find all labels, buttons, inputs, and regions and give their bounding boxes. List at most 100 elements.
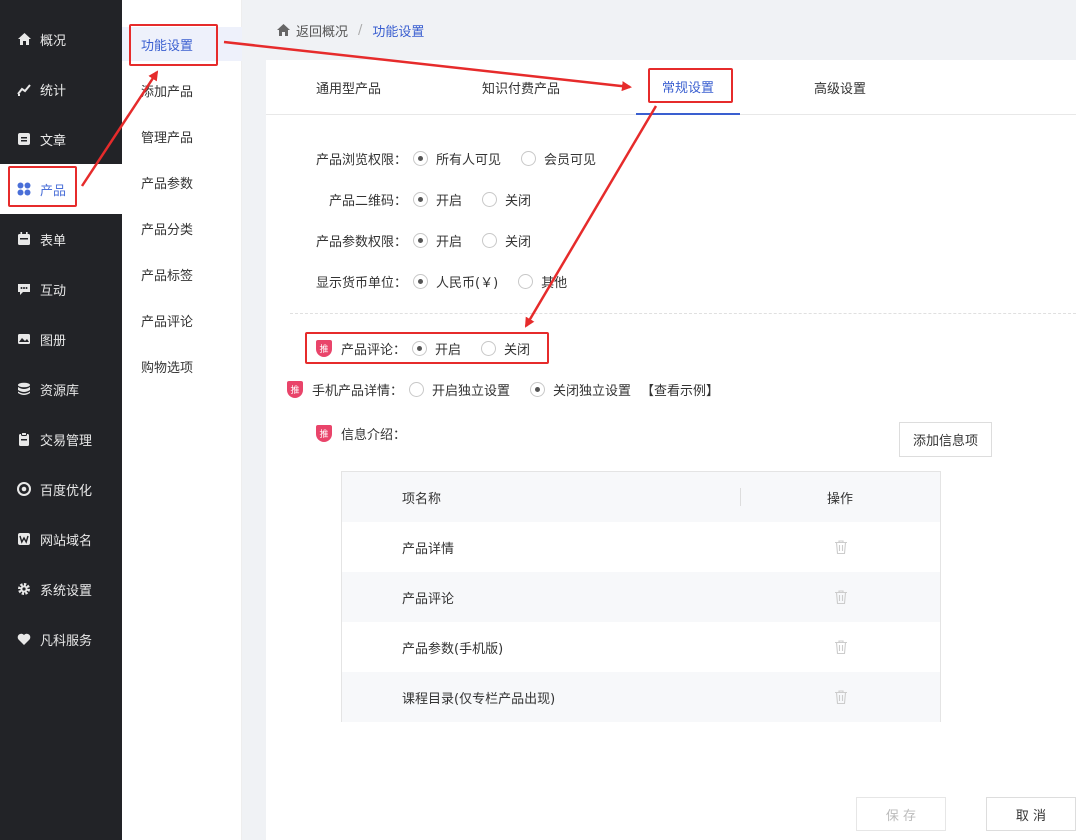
radio-unchecked[interactable]: [481, 340, 497, 356]
radio-option[interactable]: 关闭: [482, 231, 531, 250]
trash-icon[interactable]: [833, 639, 849, 655]
sidebar-item-resources[interactable]: 资源库: [0, 364, 122, 414]
column-header-actions: 操作: [827, 491, 854, 507]
sidebar-item-seo[interactable]: 百度优化: [0, 464, 122, 514]
radio-checked[interactable]: [413, 232, 429, 248]
sidebar-item-domain[interactable]: 网站域名: [0, 514, 122, 564]
sidebar-item-label: 产品: [40, 183, 67, 199]
subnav-feature-settings[interactable]: 功能设置: [122, 27, 242, 61]
radio-option[interactable]: 关闭: [482, 190, 531, 209]
sidebar-item-label: 图册: [40, 333, 67, 349]
heart-icon: [16, 631, 32, 647]
sidebar-item-articles[interactable]: 文章: [0, 114, 122, 164]
radio-option[interactable]: 关闭: [481, 339, 530, 358]
product-subnav: 功能设置 添加产品 管理产品 产品参数 产品分类 产品标签 产品评论 购物选项: [122, 0, 242, 840]
radio-option[interactable]: 人民币(￥): [413, 272, 498, 291]
row-name: 产品评论: [402, 591, 455, 607]
subnav-manage-product[interactable]: 管理产品: [122, 119, 242, 153]
radio-option[interactable]: 开启: [413, 190, 462, 209]
tab-knowledge-product[interactable]: 知识付费产品: [456, 60, 586, 115]
radio-label: 关闭独立设置: [553, 383, 632, 399]
sidebar-item-stats[interactable]: 统计: [0, 64, 122, 114]
view-example-link[interactable]: 【查看示例】: [641, 380, 719, 399]
sidebar-item-label: 文章: [40, 133, 67, 149]
tab-general-product[interactable]: 通用型产品: [296, 60, 401, 115]
radio-label: 关闭: [504, 342, 531, 358]
radio-unchecked[interactable]: [482, 232, 498, 248]
radio-checked[interactable]: [413, 273, 429, 289]
radio-unchecked[interactable]: [409, 381, 425, 397]
setting-browse-permission: 产品浏览权限： 所有人可见 会员可见: [316, 147, 616, 169]
subnav-shopping-options[interactable]: 购物选项: [122, 349, 242, 383]
trash-icon[interactable]: [833, 539, 849, 555]
radio-option[interactable]: 关闭独立设置: [530, 380, 631, 399]
sidebar-item-label: 交易管理: [40, 433, 93, 449]
table-row: 产品参数(手机版): [342, 622, 940, 672]
trash-icon[interactable]: [833, 589, 849, 605]
trash-icon[interactable]: [833, 689, 849, 705]
home-icon[interactable]: [276, 23, 291, 37]
subnav-product-category[interactable]: 产品分类: [122, 211, 242, 245]
radio-option[interactable]: 开启: [413, 231, 462, 250]
sidebar-item-label: 概况: [40, 33, 67, 49]
setting-label: 产品二维码：: [329, 193, 408, 209]
radio-unchecked[interactable]: [482, 191, 498, 207]
radio-checked[interactable]: [413, 191, 429, 207]
recommend-badge: 推: [287, 380, 303, 398]
setting-label: 信息介绍：: [341, 427, 407, 443]
setting-label: 显示货币单位：: [316, 275, 408, 291]
subnav-product-tags[interactable]: 产品标签: [122, 257, 242, 291]
radio-label: 开启: [435, 342, 462, 358]
chat-icon: [16, 281, 32, 297]
subnav-add-product[interactable]: 添加产品: [122, 73, 242, 107]
tab-bar: 通用型产品 知识付费产品 常规设置 高级设置: [266, 60, 1076, 115]
radio-label: 关闭: [505, 193, 532, 209]
setting-qrcode: 产品二维码： 开启 关闭: [329, 188, 551, 210]
tab-regular-settings[interactable]: 常规设置: [636, 60, 740, 115]
radio-option[interactable]: 开启独立设置: [409, 380, 510, 399]
sidebar-item-interaction[interactable]: 互动: [0, 264, 122, 314]
album-icon: [16, 331, 32, 347]
radio-unchecked[interactable]: [518, 273, 534, 289]
radio-option[interactable]: 开启: [412, 339, 461, 358]
radio-label: 会员可见: [544, 152, 597, 168]
setting-label: 产品浏览权限：: [316, 152, 408, 168]
sidebar-item-label: 凡科服务: [40, 633, 93, 649]
sidebar-item-trade[interactable]: 交易管理: [0, 414, 122, 464]
add-info-button[interactable]: 添加信息项: [899, 422, 992, 457]
save-button[interactable]: 保 存: [856, 797, 946, 831]
row-name: 课程目录(仅专栏产品出现): [402, 691, 556, 707]
sidebar-item-service[interactable]: 凡科服务: [0, 614, 122, 664]
radio-label: 关闭: [505, 234, 532, 250]
radio-checked[interactable]: [530, 381, 546, 397]
recommend-badge: 推: [316, 424, 332, 442]
breadcrumb-back-link[interactable]: 返回概况: [296, 21, 348, 40]
radio-unchecked[interactable]: [521, 150, 537, 166]
radio-option[interactable]: 所有人可见: [413, 149, 501, 168]
tab-advanced-settings[interactable]: 高级设置: [786, 60, 894, 115]
settings-panel: 通用型产品 知识付费产品 常规设置 高级设置 产品浏览权限： 所有人可见 会员可…: [266, 60, 1076, 840]
cancel-button[interactable]: 取 消: [986, 797, 1076, 831]
home-icon: [16, 31, 32, 47]
radio-label: 人民币(￥): [436, 275, 499, 291]
sidebar-item-overview[interactable]: 概况: [0, 14, 122, 64]
subnav-product-params[interactable]: 产品参数: [122, 165, 242, 199]
sidebar-item-album[interactable]: 图册: [0, 314, 122, 364]
radio-checked[interactable]: [412, 340, 428, 356]
sidebar-item-products[interactable]: 产品: [0, 164, 122, 214]
subnav-product-comments[interactable]: 产品评论: [122, 303, 242, 337]
sidebar-item-forms[interactable]: 表单: [0, 214, 122, 264]
radio-option[interactable]: 其他: [518, 272, 567, 291]
sidebar-item-label: 网站域名: [40, 533, 93, 549]
sidebar-item-label: 系统设置: [40, 583, 93, 599]
radio-label: 开启: [436, 234, 463, 250]
breadcrumb-current: 功能设置: [372, 24, 425, 40]
table-row: 产品详情: [342, 522, 940, 572]
row-name: 产品详情: [402, 541, 455, 557]
sidebar-item-system[interactable]: 系统设置: [0, 564, 122, 614]
radio-checked[interactable]: [413, 150, 429, 166]
table-row: 课程目录(仅专栏产品出现): [342, 672, 940, 722]
radio-label: 所有人可见: [436, 152, 502, 168]
setting-info-intro: 推 信息介绍：: [316, 422, 406, 444]
radio-option[interactable]: 会员可见: [521, 149, 596, 168]
